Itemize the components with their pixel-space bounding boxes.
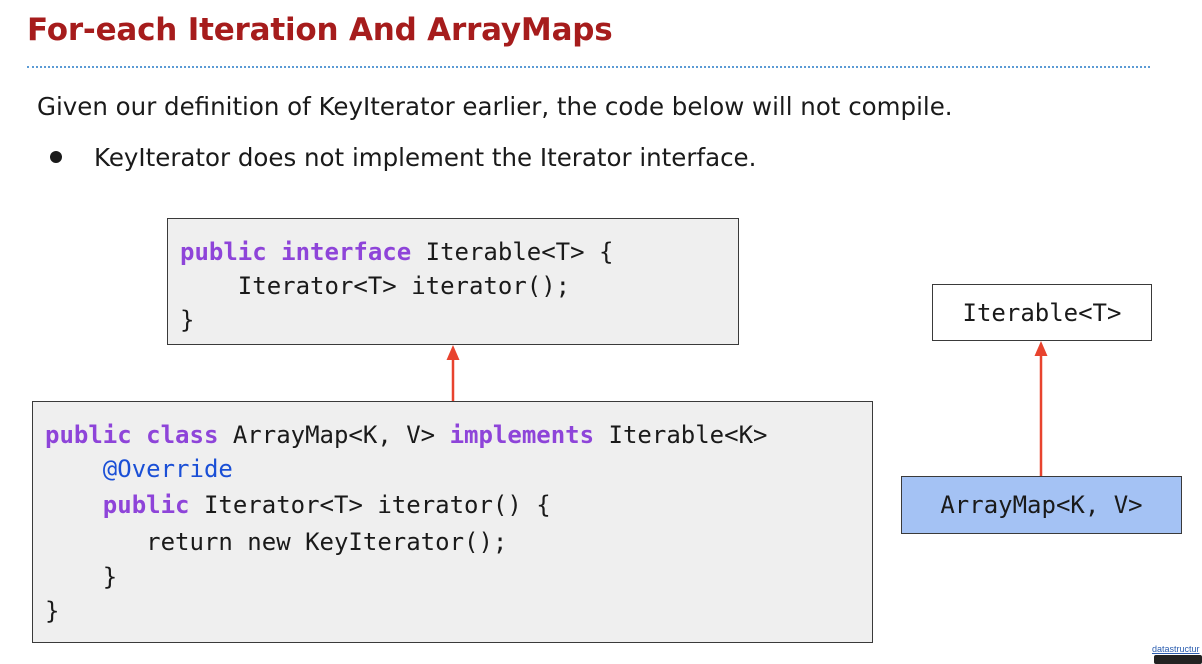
code-text: }	[180, 306, 195, 334]
code-text: Iterable<T> {	[411, 238, 614, 266]
code-text: ArrayMap<K, V>	[218, 421, 450, 449]
code-keyword: implements	[449, 421, 595, 449]
code-text: return new KeyIterator();	[45, 528, 508, 556]
code-annotation: @Override	[102, 455, 233, 483]
code-text: Iterable<K>	[594, 421, 768, 449]
code-keyword: public interface	[180, 238, 412, 266]
code-text: Iterator<T> iterator() {	[189, 491, 551, 519]
uml-inheritance-arrow	[1034, 341, 1048, 476]
code-inheritance-arrow	[446, 345, 460, 401]
code-text: }	[45, 563, 118, 591]
title-divider	[27, 66, 1150, 68]
license-link[interactable]: datastructur	[1152, 644, 1200, 654]
bullet-item: KeyIterator does not implement the Itera…	[50, 143, 756, 172]
code-line-1: public interface Iterable<T> {	[180, 240, 613, 264]
uml-iterable-box: Iterable<T>	[932, 284, 1152, 341]
bullet-dot-icon	[50, 151, 62, 163]
uml-arraymap-label: ArrayMap<K, V>	[940, 491, 1143, 519]
code-text: }	[45, 597, 60, 625]
code-line-2: @Override	[45, 457, 233, 481]
code-keyword: public class	[45, 421, 219, 449]
uml-iterable-label: Iterable<T>	[962, 298, 1122, 327]
code-line-4: return new KeyIterator();	[45, 530, 507, 554]
code-line-5: }	[45, 565, 117, 589]
slide-title: For-each Iteration And ArrayMaps	[27, 12, 613, 48]
code-line-3: public Iterator<T> iterator() {	[45, 493, 551, 517]
code-line-6: }	[45, 599, 59, 623]
code-line-3: }	[180, 308, 194, 332]
creative-commons-icon	[1154, 655, 1202, 664]
code-line-2: Iterator<T> iterator();	[180, 274, 570, 298]
body-text: Given our definition of KeyIterator earl…	[37, 92, 953, 121]
bullet-text: KeyIterator does not implement the Itera…	[94, 143, 757, 172]
uml-arraymap-box: ArrayMap<K, V>	[901, 476, 1182, 534]
class-code-box: public class ArrayMap<K, V> implements I…	[32, 401, 873, 643]
code-text: Iterator<T> iterator();	[180, 272, 571, 300]
code-keyword: public	[102, 491, 190, 519]
interface-code-box: public interface Iterable<T> { Iterator<…	[167, 218, 739, 345]
code-line-1: public class ArrayMap<K, V> implements I…	[45, 423, 767, 447]
